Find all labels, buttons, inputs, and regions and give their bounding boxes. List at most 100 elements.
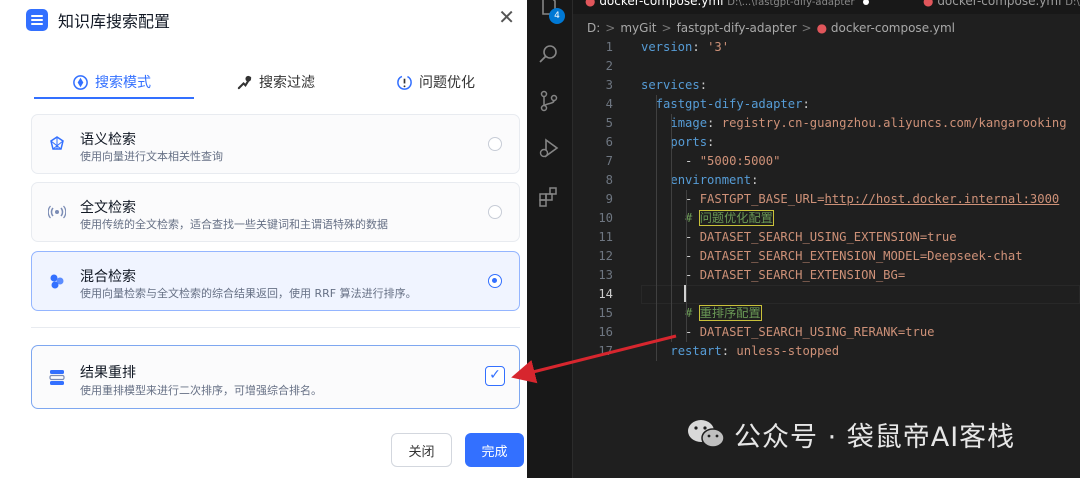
rerank-name: 结果重排 [80,365,136,381]
mode-option-fulltext[interactable]: 全文检索 使用传统的全文检索，适合查找一些关键词和主谓语特殊的数据 [31,182,520,242]
breadcrumb-item[interactable]: fastgpt-dify-adapter [677,21,797,35]
close-button[interactable]: 关闭 [391,433,452,467]
tab-search-mode[interactable]: 搜索模式 [72,66,151,98]
line-number: 2 [605,59,613,73]
code-text: image: registry.cn-guangzhou.aliyuncs.co… [670,116,1067,130]
line-number: 1 [605,40,613,54]
line-number: 14 [598,287,613,301]
dialog-title: 知识库搜索配置 [58,12,171,31]
code-line[interactable]: 6 ports: [573,133,1080,152]
code-line[interactable]: 15 # 重排序配置 [573,304,1080,323]
line-number: 4 [605,97,613,111]
tab-label: 搜索过滤 [259,75,315,91]
rerank-icon [49,370,65,385]
mode-name: 全文检索 [80,200,136,216]
tab-path: D:\...\fastgpt-dify-adapter [727,0,855,8]
code-line[interactable]: 14 [573,285,1080,304]
mode-option-hybrid[interactable]: 混合检索 使用向量检索与全文检索的综合结果返回，使用 RRF 算法进行排序。 [31,251,520,311]
breadcrumb-item[interactable]: D: [587,21,600,35]
mode-radio[interactable] [488,205,502,219]
explorer-badge: 4 [549,8,565,24]
current-line-highlight [641,285,1080,304]
code-text: # 问题优化配置 [685,210,774,226]
code-text: environment: [670,173,759,187]
tab-title: docker-compose.yml [599,0,724,8]
line-number: 12 [598,249,613,263]
mode-desc: 使用向量检索与全文检索的综合结果返回，使用 RRF 算法进行排序。 [80,287,417,300]
code-text: restart: unless-stopped [670,344,840,358]
text-cursor [684,285,686,302]
indent-guide [686,190,687,342]
active-tab-indicator [34,97,194,99]
tab-label: 问题优化 [419,75,475,91]
extensions-icon[interactable] [537,185,561,209]
mode-radio[interactable] [488,137,502,151]
code-line[interactable]: 3 services: [573,76,1080,95]
code-text: - DATASET_SEARCH_USING_EXTENSION=true [685,230,957,244]
code-line[interactable]: 9 - FASTGPT_BASE_URL=http://host.docker.… [573,190,1080,209]
code-text: - DATASET_SEARCH_EXTENSION_MODEL=Deepsee… [685,249,1023,263]
line-number: 8 [605,173,613,187]
code-text: ports: [670,135,715,149]
mode-option-semantic[interactable]: 语义检索 使用向量进行文本相关性查询 [31,114,520,174]
code-line[interactable]: 5 image: registry.cn-guangzhou.aliyuncs.… [573,114,1080,133]
code-line[interactable]: 1 version: '3' [573,38,1080,57]
code-line[interactable]: 13 - DATASET_SEARCH_EXTENSION_BG= [573,266,1080,285]
mode-desc: 使用向量进行文本相关性查询 [80,150,223,163]
code-line[interactable]: 4 fastgpt-dify-adapter: [573,95,1080,114]
code-text: fastgpt-dify-adapter: [655,97,810,111]
rerank-desc: 使用重排模型来进行二次排序，可增强综合排名。 [80,384,322,397]
tab-label: 搜索模式 [95,75,151,91]
code-line[interactable]: 16 - DATASET_SEARCH_USING_RERANK=true [573,323,1080,342]
code-line[interactable]: 8 environment: [573,171,1080,190]
breadcrumb-item[interactable]: myGit [620,21,656,35]
settings-sliders-icon [26,9,48,31]
breadcrumb-item[interactable]: docker-compose.yml [831,21,955,35]
line-number: 7 [605,154,613,168]
code-text: # 重排序配置 [685,305,762,321]
done-button[interactable]: 完成 [465,433,524,467]
rerank-option[interactable]: 结果重排 使用重排模型来进行二次排序，可增强综合排名。 ✓ [31,345,520,409]
code-text: - FASTGPT_BASE_URL=http://host.docker.in… [685,192,1060,206]
rerank-checkbox[interactable]: ✓ [485,366,505,386]
close-icon[interactable]: ✕ [498,5,515,29]
code-line[interactable]: 2 [573,57,1080,76]
code-text: - DATASET_SEARCH_EXTENSION_BG= [685,268,906,282]
code-line[interactable]: 11 - DATASET_SEARCH_USING_EXTENSION=true [573,228,1080,247]
line-number: 5 [605,116,613,130]
filter-icon [237,75,252,89]
line-number: 9 [605,192,613,206]
vscode-window: 4 ● docker-compose.yml D:\...\fastgpt-di… [527,0,1080,478]
activity-bar: 4 [527,0,573,478]
editor-tab-active[interactable]: ● docker-compose.yml D:\...\fastgpt-dify… [585,0,870,14]
line-number: 17 [598,344,613,358]
code-editor[interactable]: 1 version: '3' 2 3 services: 4 fastgpt-dify-a… [573,38,1080,368]
breadcrumb: D: > myGit > fastgpt-dify-adapter > ● docker-c… [587,21,956,35]
tab-search-filter[interactable]: 搜索过滤 [236,66,315,98]
search-icon[interactable] [537,42,561,66]
code-text: version: '3' [641,40,730,54]
line-number: 11 [598,230,613,244]
code-text: services: [641,78,708,92]
line-number: 15 [598,306,613,320]
semantic-search-icon [50,136,64,150]
editor-tab-inactive[interactable]: ● docker-compose.yml D:\...\ [923,0,1080,14]
wechat-icon [688,420,725,448]
line-number: 16 [598,325,613,339]
code-line[interactable]: 17 restart: unless-stopped [573,342,1080,361]
run-debug-icon[interactable] [537,136,561,160]
indent-guide [656,95,657,361]
fulltext-search-icon [48,205,66,219]
code-line[interactable]: 10 # 问题优化配置 [573,209,1080,228]
search-mode-icon [73,74,88,90]
code-line[interactable]: 7 - "5000:5000" [573,152,1080,171]
tab-question-optimize[interactable]: 问题优化 [396,66,475,98]
docker-icon: ● [923,0,934,8]
code-line[interactable]: 12 - DATASET_SEARCH_EXTENSION_MODEL=Deep… [573,247,1080,266]
source-control-icon[interactable] [537,89,561,113]
unsaved-dot [863,0,870,5]
editor-tab-bar: ● docker-compose.yml D:\...\fastgpt-dify… [573,0,1080,14]
question-optimize-icon [397,74,412,90]
mode-radio-selected[interactable] [488,274,502,288]
watermark: 公众号 · 袋鼠帝AI客栈 [686,412,1015,456]
